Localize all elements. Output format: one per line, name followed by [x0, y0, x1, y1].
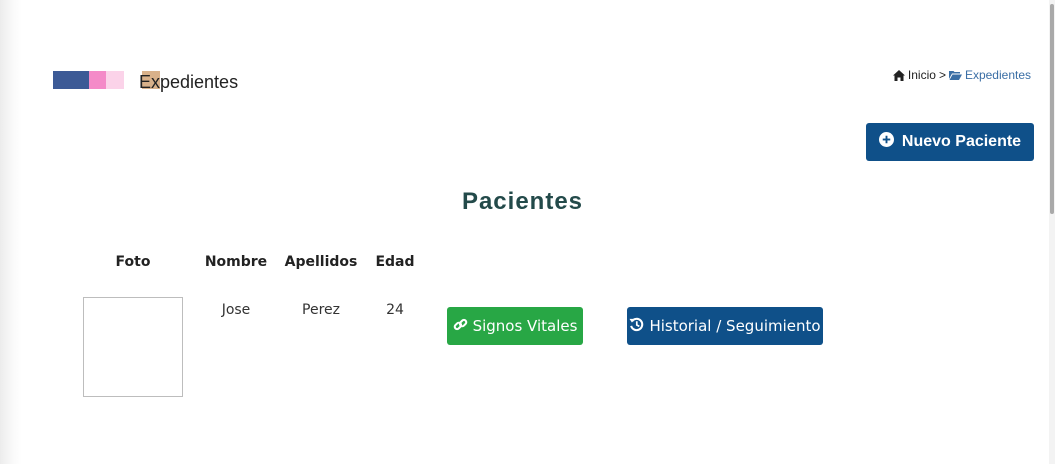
- breadcrumb: Inicio > Expedientes: [892, 68, 1031, 82]
- new-patient-button[interactable]: Nuevo Paciente: [866, 123, 1034, 161]
- new-patient-label: Nuevo Paciente: [901, 133, 1022, 150]
- column-header-apellidos: Apellidos: [284, 254, 358, 270]
- section-title: Pacientes: [461, 188, 584, 215]
- folder-open-icon: [948, 70, 962, 80]
- column-header-nombre: Nombre: [204, 254, 268, 270]
- history-followup-button[interactable]: Historial / Seguimiento: [627, 307, 823, 345]
- page-title: Expedientes: [139, 72, 239, 92]
- patient-nombre: Jose: [221, 302, 251, 318]
- patient-photo: [83, 297, 183, 397]
- patient-apellidos: Perez: [302, 302, 340, 318]
- breadcrumb-current[interactable]: Expedientes: [965, 68, 1031, 82]
- column-header-foto: Foto: [115, 254, 151, 270]
- vital-signs-label: Signos Vitales: [472, 317, 578, 335]
- breadcrumb-home-link[interactable]: Inicio: [908, 68, 936, 82]
- page-scrollbar[interactable]: [1049, 0, 1055, 464]
- vital-signs-button[interactable]: Signos Vitales: [447, 307, 583, 345]
- patient-edad: 24: [386, 302, 404, 318]
- column-header-edad: Edad: [375, 254, 415, 270]
- history-icon: [629, 317, 644, 336]
- plus-circle-icon: [878, 132, 894, 152]
- scrollbar-thumb[interactable]: [1050, 4, 1054, 214]
- home-icon[interactable]: [892, 69, 905, 81]
- left-edge-shadow: [0, 0, 22, 464]
- link-icon: [453, 317, 468, 336]
- breadcrumb-separator: >: [938, 68, 946, 82]
- history-followup-label: Historial / Seguimiento: [649, 317, 821, 335]
